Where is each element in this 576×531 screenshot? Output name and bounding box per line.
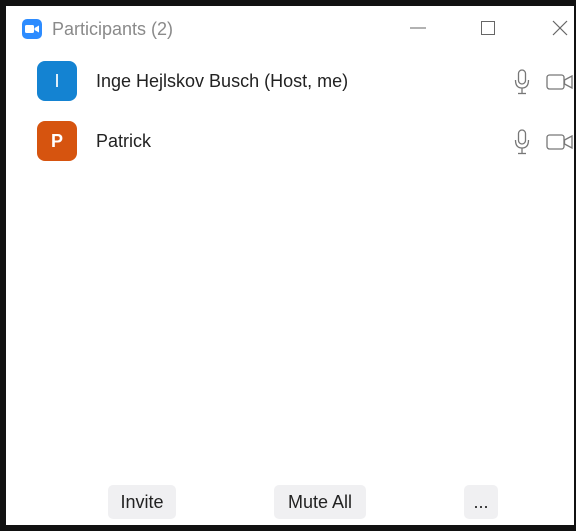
- more-options-button[interactable]: ...: [464, 485, 498, 519]
- microphone-icon[interactable]: [513, 69, 531, 95]
- participant-row[interactable]: P Patrick: [6, 116, 574, 176]
- invite-button[interactable]: Invite: [108, 485, 176, 519]
- participant-name: Patrick: [96, 131, 152, 151]
- avatar: I: [37, 61, 77, 101]
- window-title: Participants (2): [52, 19, 174, 39]
- video-camera-icon[interactable]: [546, 72, 574, 92]
- minimize-button[interactable]: [400, 14, 436, 42]
- participant-list: I Inge Hejlskov Busch (Host, me) P Patri…: [6, 56, 574, 176]
- maximize-icon: [481, 21, 495, 35]
- close-button[interactable]: [542, 14, 576, 42]
- video-camera-icon[interactable]: [546, 132, 574, 152]
- title-bar[interactable]: Participants (2): [6, 6, 574, 46]
- participant-name: Inge Hejlskov Busch (Host, me): [96, 71, 349, 91]
- mute-all-button[interactable]: Mute All: [274, 485, 366, 519]
- zoom-app-icon: [22, 19, 42, 39]
- microphone-icon[interactable]: [513, 129, 531, 155]
- participants-window: Participants (2) I Inge Hejlskov Busch (…: [0, 0, 576, 531]
- avatar: P: [37, 121, 77, 161]
- maximize-button[interactable]: [470, 14, 506, 42]
- close-icon: [552, 20, 568, 36]
- participant-row[interactable]: I Inge Hejlskov Busch (Host, me): [6, 56, 574, 116]
- minimize-icon: [410, 27, 426, 29]
